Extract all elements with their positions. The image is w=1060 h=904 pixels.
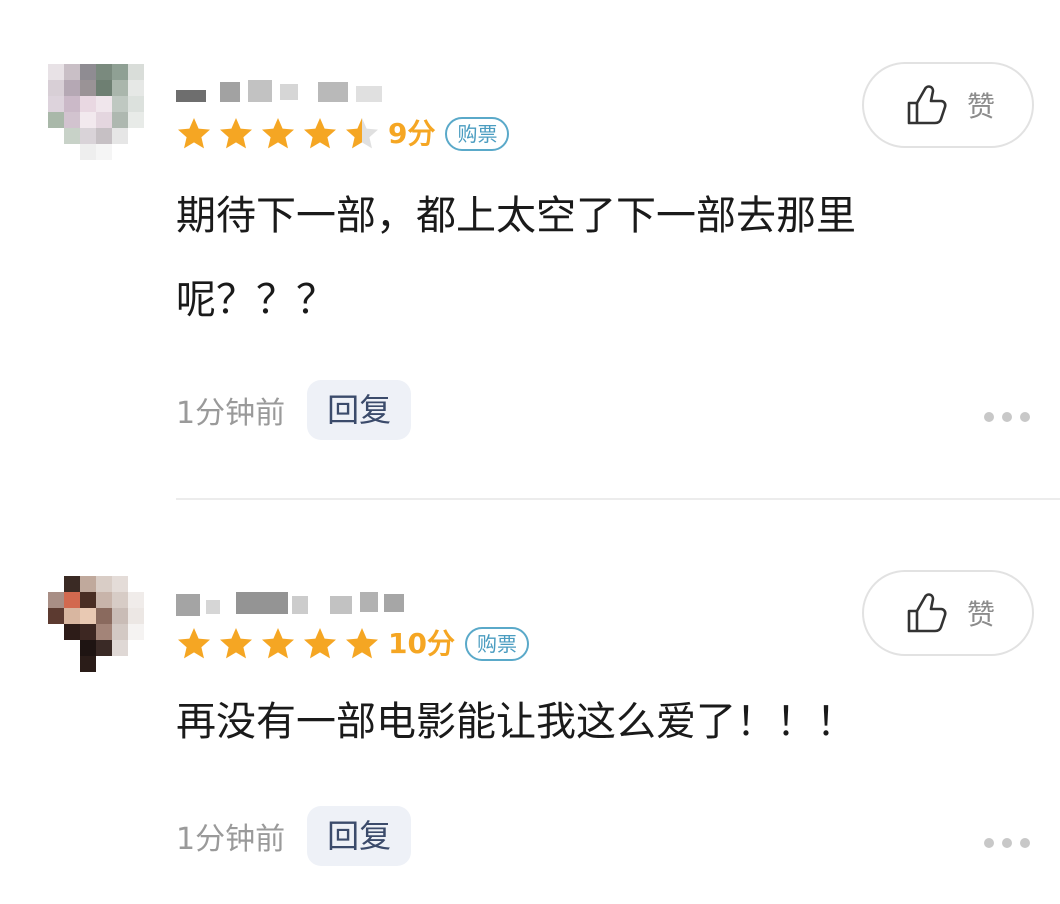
comment-item: 10分 购票 赞 再没有一部电影能让我这么爱了！！！ 1分钟前 回复 <box>0 500 1060 904</box>
comment-list: 9分 购票 赞 期待下一部，都上太空了下一部去那里 呢？？？ 1分钟前 回复 1… <box>0 0 1060 904</box>
user-avatar[interactable] <box>48 64 144 160</box>
more-options-icon[interactable] <box>984 412 1030 422</box>
ticket-purchased-badge: 购票 <box>445 117 510 151</box>
star-rating <box>176 626 380 662</box>
reply-button[interactable]: 回复 <box>307 806 412 866</box>
star-icon <box>304 118 336 149</box>
like-button[interactable]: 赞 <box>862 62 1034 148</box>
reply-button[interactable]: 回复 <box>307 380 412 440</box>
comment-text: 期待下一部，都上太空了下一部去那里 呢？？？ <box>176 193 856 323</box>
comment-meta: 1分钟前 回复 <box>176 380 412 440</box>
comment-time: 1分钟前 <box>176 822 286 857</box>
username-blurred[interactable] <box>176 590 416 620</box>
score-text: 10分 <box>388 627 455 660</box>
star-icon <box>220 628 252 659</box>
thumbs-up-icon <box>907 85 947 125</box>
star-icon <box>178 118 210 149</box>
comment-time: 1分钟前 <box>176 396 286 431</box>
star-icon <box>178 628 210 659</box>
comment-item: 9分 购票 赞 期待下一部，都上太空了下一部去那里 呢？？？ 1分钟前 回复 <box>0 0 1060 498</box>
score-text: 9分 <box>388 117 436 150</box>
rating-row: 9分 购票 <box>176 114 510 154</box>
star-icon <box>220 118 252 149</box>
like-label: 赞 <box>966 90 995 123</box>
star-icon <box>346 118 378 149</box>
star-icon <box>262 628 294 659</box>
thumbs-up-icon <box>907 593 947 633</box>
star-icon <box>304 628 336 659</box>
star-icon <box>262 118 294 149</box>
star-icon <box>346 628 378 659</box>
like-button[interactable]: 赞 <box>862 570 1034 656</box>
more-options-icon[interactable] <box>984 838 1030 848</box>
rating-row: 10分 购票 <box>176 624 529 664</box>
comment-text: 再没有一部电影能让我这么爱了！！！ <box>176 699 856 745</box>
like-label: 赞 <box>966 598 995 631</box>
comment-meta: 1分钟前 回复 <box>176 806 412 866</box>
user-avatar[interactable] <box>48 576 144 672</box>
username-blurred[interactable] <box>176 78 396 108</box>
star-rating <box>176 116 380 152</box>
ticket-purchased-badge: 购票 <box>464 627 529 661</box>
